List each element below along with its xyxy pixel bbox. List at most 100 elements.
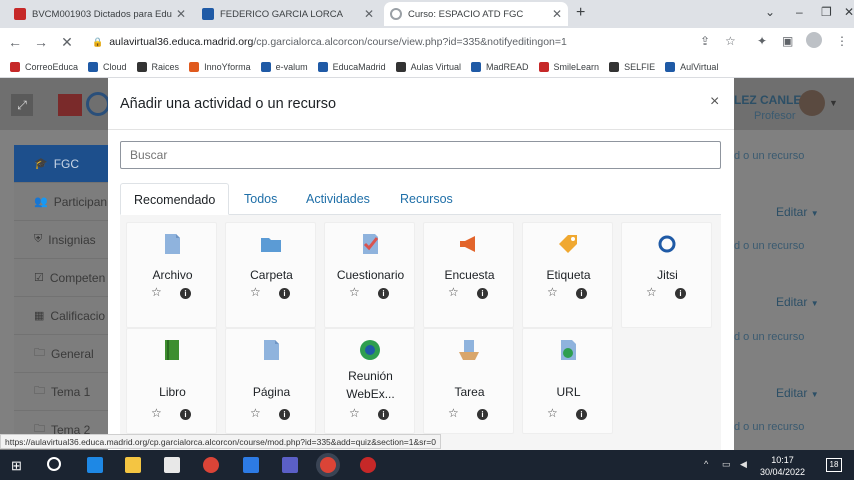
- star-icon[interactable]: ☆: [448, 285, 459, 299]
- tab-actividades[interactable]: Actividades: [293, 183, 383, 215]
- edge-icon[interactable]: [87, 457, 103, 473]
- chevron-up-icon[interactable]: ^: [704, 459, 708, 469]
- bookmark-item[interactable]: Aulas Virtual: [395, 61, 461, 72]
- activity-card[interactable]: Jitsi ☆ i: [621, 222, 712, 328]
- tab-recomendado[interactable]: Recomendado: [120, 183, 230, 215]
- store-icon[interactable]: [164, 457, 180, 473]
- browser-tab-curso[interactable]: Curso: ESPACIO ATD FGC ✕: [384, 2, 568, 26]
- close-tab-icon[interactable]: ✕: [176, 7, 186, 21]
- search-input[interactable]: [120, 141, 721, 169]
- nav-item[interactable]: 🎓 FGC: [14, 145, 110, 183]
- activity-card[interactable]: URL ☆ i: [522, 328, 613, 434]
- activity-card[interactable]: Archivo ☆ i: [126, 222, 217, 328]
- expand-icon[interactable]: ⤢: [11, 94, 33, 116]
- info-icon[interactable]: i: [378, 288, 389, 299]
- star-icon[interactable]: ☆: [547, 285, 558, 299]
- close-tab-icon[interactable]: ✕: [552, 7, 562, 21]
- info-icon[interactable]: i: [279, 409, 290, 420]
- activity-card[interactable]: Reunión WebEx... ☆ i: [324, 328, 415, 434]
- chrome-icon[interactable]: [203, 457, 219, 473]
- forward-icon[interactable]: →: [28, 34, 54, 50]
- star-icon[interactable]: ☆: [151, 285, 162, 299]
- edit-menu[interactable]: Editar ▼: [776, 205, 819, 219]
- app-icon[interactable]: [243, 457, 259, 473]
- profile-icon[interactable]: [806, 32, 822, 48]
- info-icon[interactable]: i: [477, 409, 488, 420]
- stop-loading-icon[interactable]: ✕: [54, 34, 80, 51]
- bookmark-item[interactable]: CorreoEduca: [10, 61, 78, 72]
- nav-item[interactable]: ⛨ Insignias: [14, 221, 110, 259]
- search-circle-icon[interactable]: [47, 457, 61, 471]
- bookmark-item[interactable]: AulVirtual: [665, 61, 718, 72]
- file-explorer-icon[interactable]: [125, 457, 141, 473]
- clock[interactable]: 10:17 30/04/2022: [760, 454, 805, 478]
- minimize-icon[interactable]: –: [796, 5, 803, 19]
- bookmark-item[interactable]: e-valum: [260, 61, 308, 72]
- close-modal-button[interactable]: ×: [710, 93, 719, 111]
- info-icon[interactable]: i: [675, 288, 686, 299]
- user-name[interactable]: LEZ CANLE: [734, 93, 801, 107]
- bookmark-item[interactable]: MadREAD: [471, 61, 529, 72]
- bookmark-item[interactable]: Raices: [136, 61, 179, 72]
- star-icon[interactable]: ☆: [349, 285, 360, 299]
- info-icon[interactable]: i: [180, 409, 191, 420]
- sidebar-icon[interactable]: ▣: [782, 34, 793, 48]
- recorder-icon[interactable]: [360, 457, 376, 473]
- star-icon[interactable]: ☆: [448, 406, 459, 420]
- windows-start-icon[interactable]: ⊞: [11, 458, 22, 474]
- add-resource-link[interactable]: d o un recurso: [734, 150, 804, 162]
- info-icon[interactable]: i: [378, 409, 389, 420]
- add-resource-link[interactable]: d o un recurso: [734, 240, 804, 252]
- avatar[interactable]: [799, 90, 825, 116]
- browser-tab-lorca[interactable]: FEDERICO GARCIA LORCA ✕: [196, 2, 380, 26]
- bookmark-item[interactable]: SELFIE: [609, 61, 655, 72]
- tab-todos[interactable]: Todos: [231, 183, 290, 215]
- restore-icon[interactable]: ❐: [821, 5, 832, 19]
- tab-recursos[interactable]: Recursos: [387, 183, 466, 215]
- nav-item[interactable]: 👥 Participan: [14, 183, 110, 221]
- bookmark-star-icon[interactable]: ☆: [725, 34, 736, 48]
- activity-card[interactable]: Carpeta ☆ i: [225, 222, 316, 328]
- nav-item[interactable]: ☑ Competen: [14, 259, 110, 297]
- bookmark-item[interactable]: SmileLearn: [538, 61, 599, 72]
- star-icon[interactable]: ☆: [349, 406, 360, 420]
- close-tab-icon[interactable]: ✕: [364, 7, 374, 21]
- add-resource-link[interactable]: d o un recurso: [734, 421, 804, 433]
- bookmark-item[interactable]: InnoYforma: [189, 61, 251, 72]
- star-icon[interactable]: ☆: [250, 406, 261, 420]
- star-icon[interactable]: ☆: [151, 406, 162, 420]
- browser-tab-dictados[interactable]: BVCM001903 Dictados para Edu ✕: [8, 2, 192, 26]
- info-icon[interactable]: i: [180, 288, 191, 299]
- edit-menu[interactable]: Editar ▼: [776, 386, 819, 400]
- info-icon[interactable]: i: [477, 288, 488, 299]
- add-resource-link[interactable]: d o un recurso: [734, 331, 804, 343]
- star-icon[interactable]: ☆: [547, 406, 558, 420]
- new-tab-button[interactable]: +: [576, 4, 585, 22]
- info-icon[interactable]: i: [279, 288, 290, 299]
- volume-icon[interactable]: ◀: [740, 459, 747, 470]
- notifications-icon[interactable]: 18: [826, 458, 842, 472]
- activity-card[interactable]: Cuestionario ☆ i: [324, 222, 415, 328]
- chevron-down-icon[interactable]: ▼: [829, 98, 838, 108]
- info-icon[interactable]: i: [576, 409, 587, 420]
- bookmark-item[interactable]: Cloud: [88, 61, 127, 72]
- nav-item[interactable]: ▦ Calificacio: [14, 297, 110, 335]
- back-icon[interactable]: ←: [2, 34, 28, 50]
- info-icon[interactable]: i: [576, 288, 587, 299]
- chrome-active-icon[interactable]: [320, 457, 336, 473]
- close-window-icon[interactable]: ✕: [844, 5, 854, 19]
- edit-menu[interactable]: Editar ▼: [776, 295, 819, 309]
- activity-card[interactable]: Libro ☆ i: [126, 328, 217, 434]
- bookmark-item[interactable]: EducaMadrid: [317, 61, 386, 72]
- share-icon[interactable]: ⇪: [700, 34, 710, 48]
- activity-card[interactable]: Tarea ☆ i: [423, 328, 514, 434]
- nav-item[interactable]: 🗀 General: [14, 335, 110, 373]
- menu-icon[interactable]: ⋮: [836, 34, 848, 48]
- activity-card[interactable]: Página ☆ i: [225, 328, 316, 434]
- activity-card[interactable]: Encuesta ☆ i: [423, 222, 514, 328]
- url-bar[interactable]: 🔒 aulavirtual36.educa.madrid.org/cp.garc…: [86, 32, 686, 52]
- teams-icon[interactable]: [282, 457, 298, 473]
- chevron-down-icon[interactable]: ⌄: [765, 5, 775, 19]
- star-icon[interactable]: ☆: [646, 285, 657, 299]
- nav-item[interactable]: 🗀 Tema 1: [14, 373, 110, 411]
